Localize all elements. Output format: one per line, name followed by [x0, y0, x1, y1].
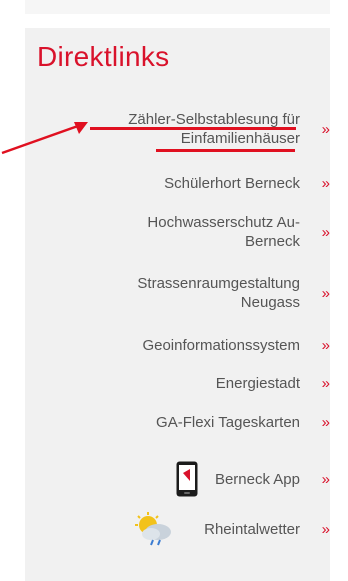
weather-icon — [135, 512, 171, 546]
link-arrow-icon: » — [321, 121, 330, 138]
link-arrow-icon: » — [321, 471, 330, 488]
annotation-underline-1 — [90, 127, 296, 130]
link-arrow-icon: » — [321, 224, 330, 241]
link-arrow-icon: » — [321, 375, 330, 392]
link-label: Geoinformationssystem — [142, 337, 300, 354]
annotation-arrow-icon — [1, 122, 88, 155]
link-arrow-icon: » — [321, 337, 330, 354]
link-label: Rheintalwetter — [204, 521, 300, 538]
link-ga-flexi[interactable]: GA-Flexi Tageskarten » — [156, 413, 330, 432]
link-label-line1: Hochwasserschutz Au- — [147, 214, 300, 231]
link-rheintalwetter[interactable]: Rheintalwetter » — [204, 520, 330, 539]
link-label: Berneck App — [214, 471, 300, 488]
link-energiestadt[interactable]: Energiestadt » — [215, 374, 330, 393]
link-berneck-app[interactable]: Berneck App » — [214, 470, 330, 489]
link-schuelerhort[interactable]: Schülerhort Berneck » — [164, 174, 330, 193]
link-label: Schülerhort Berneck — [164, 175, 300, 192]
link-label: GA-Flexi Tageskarten — [156, 414, 300, 431]
link-label-line2: Neugass — [240, 294, 300, 311]
link-arrow-icon: » — [321, 521, 330, 538]
smartphone-icon — [176, 461, 198, 497]
link-label: Energiestadt — [215, 375, 300, 392]
link-arrow-icon: » — [321, 285, 330, 302]
link-label-line1: Zähler-Selbstablesung für — [128, 111, 300, 128]
link-arrow-icon: » — [321, 175, 330, 192]
link-hochwasserschutz[interactable]: Hochwasserschutz Au- Berneck » — [147, 213, 330, 251]
link-label-line2: Berneck — [244, 233, 300, 250]
link-label-line1: Strassenraumgestaltung — [137, 275, 300, 292]
link-geoinformationssystem[interactable]: Geoinformationssystem » — [142, 336, 330, 355]
link-label-line2: Einfamilienhäuser — [180, 130, 300, 147]
annotation-underline-2 — [156, 149, 295, 152]
link-strassenraumgestaltung[interactable]: Strassenraumgestaltung Neugass » — [137, 274, 330, 312]
link-arrow-icon: » — [321, 414, 330, 431]
